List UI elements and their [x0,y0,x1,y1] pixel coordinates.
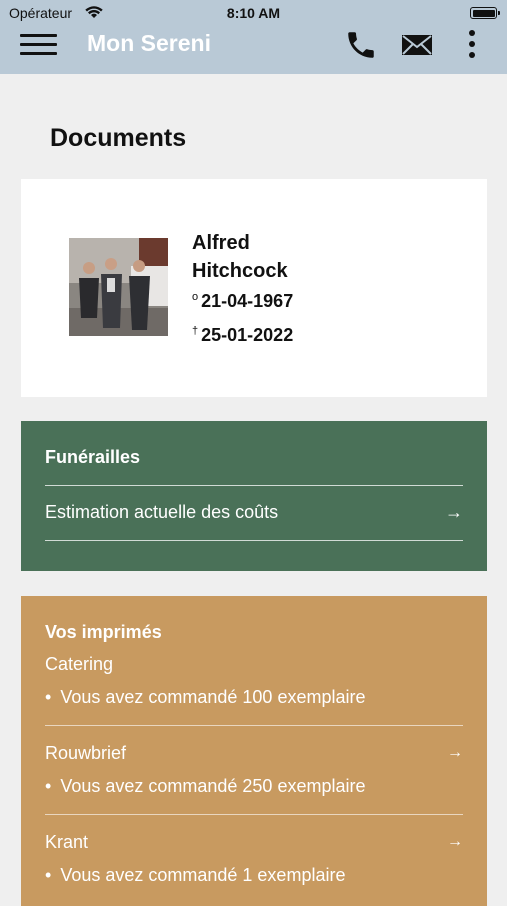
phone-icon[interactable] [344,28,378,62]
print-item-title: Catering [45,654,114,674]
print-item-bullet: • Vous avez commandé 250 exemplaire [45,776,366,796]
app-title: Mon Sereni [87,30,211,56]
print-item-bullet: • Vous avez commandé 1 exemplaire [45,865,346,885]
arrow-right-icon[interactable]: → [447,833,463,851]
page-title: Documents [50,124,187,152]
divider [45,540,463,541]
death-date: 25-01-2022 [201,325,294,345]
death-symbol: † [192,325,199,337]
funeral-heading: Funérailles [45,447,141,467]
prints-card: Vos imprimés Catering • Vous avez command… [21,596,487,906]
print-item-title[interactable]: Krant [45,832,88,853]
mail-icon[interactable] [400,28,434,62]
print-item-title[interactable]: Rouwbrief [45,743,126,764]
death-date-row: † 25-01-2022 [192,325,293,346]
cost-estimate-label: Estimation actuelle des coûts [45,502,279,522]
app-header: Opérateur 8:10 AM Mon Sereni [0,0,507,74]
person-name: Alfred Hitchcock [192,229,392,285]
arrow-right-icon[interactable]: → [447,744,463,762]
divider [45,814,463,815]
divider [45,725,463,726]
arrow-right-icon[interactable]: → [445,502,463,523]
print-item-bullet: • Vous avez commandé 100 exemplaire [45,687,366,707]
first-name: Alfred [192,232,250,254]
divider [45,485,463,486]
more-options-icon[interactable] [466,28,478,60]
clock: 8:10 AM [226,5,281,21]
status-bar: Opérateur 8:10 AM [0,5,507,23]
prints-heading: Vos imprimés [45,622,162,642]
person-photo [69,238,168,336]
birth-date: 21-04-1967 [201,291,294,311]
birth-symbol: o [192,291,199,303]
funeral-card: Funérailles Estimation actuelle des coût… [21,421,487,571]
birth-date-row: o 21-04-1967 [192,291,293,312]
person-card: Alfred Hitchcock o 21-04-1967 † 25-01-2022 [21,179,487,397]
battery-icon [470,7,500,19]
last-name: Hitchcock [192,260,288,282]
cost-estimate-row[interactable]: Estimation actuelle des coûts → [45,502,463,523]
menu-icon[interactable] [20,34,57,55]
